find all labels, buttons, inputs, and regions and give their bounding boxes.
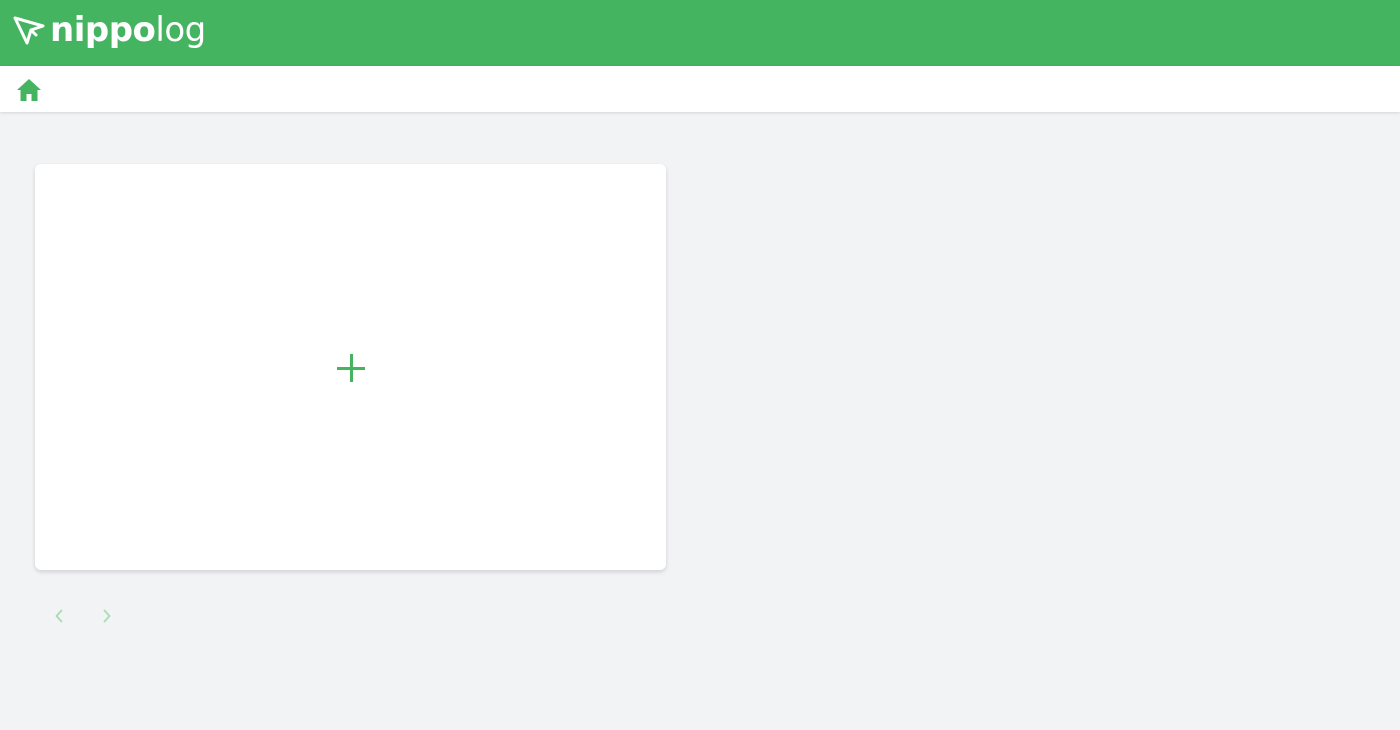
- top-bar: nippolog: [0, 0, 1400, 66]
- brand-name-bold: nippo: [50, 10, 156, 50]
- chevron-right-icon: [103, 609, 111, 623]
- home-button[interactable]: [15, 77, 43, 103]
- next-page-button[interactable]: [95, 604, 119, 628]
- brand-name-light: log: [155, 10, 206, 50]
- home-icon: [17, 79, 41, 101]
- chevron-left-icon: [55, 609, 63, 623]
- add-entry-card[interactable]: [35, 164, 666, 570]
- breadcrumb-bar: [0, 66, 1400, 112]
- brand-name: nippolog: [50, 12, 206, 48]
- app-logo[interactable]: nippolog: [12, 12, 206, 48]
- plus-icon: [337, 354, 365, 382]
- paper-plane-icon: [13, 16, 45, 45]
- previous-page-button[interactable]: [47, 604, 71, 628]
